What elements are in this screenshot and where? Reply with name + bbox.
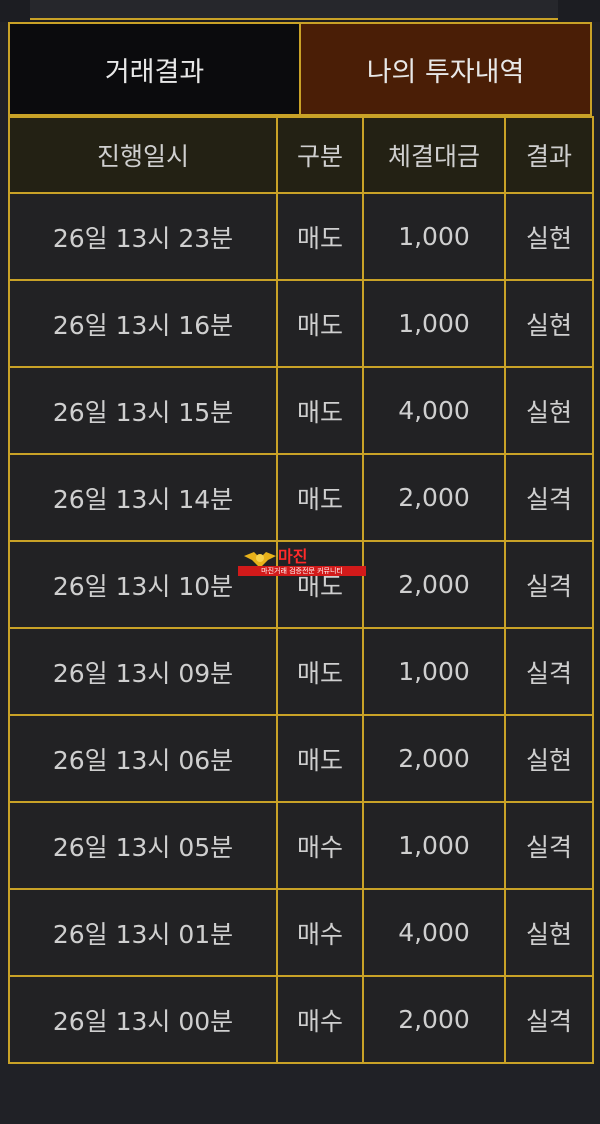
cell-datetime: 26일 13시 00분 [8,975,278,1064]
investment-history-table: 진행일시 구분 체결대금 결과 26일 13시 23분 매도 1,000 실현 … [8,116,594,1064]
cell-amount: 1,000 [362,801,506,890]
cell-result: 실현 [504,192,594,281]
table-row: 26일 13시 05분 매수 1,000 실격 [8,801,594,890]
cell-amount: 1,000 [362,192,506,281]
header-datetime: 진행일시 [8,116,278,194]
cell-type: 매도 [276,192,364,281]
cell-type: 매도 [276,627,364,716]
cell-datetime: 26일 13시 15분 [8,366,278,455]
watermark-title: 마진 [278,547,308,566]
cell-datetime: 26일 13시 10분 [8,540,278,629]
table-row: 26일 13시 00분 매수 2,000 실격 [8,975,594,1064]
table-row: 26일 13시 23분 매도 1,000 실현 [8,192,594,281]
tab-bar: 거래결과 나의 투자내역 [8,22,592,116]
table-row: 26일 13시 09분 매도 1,000 실격 [8,627,594,716]
cell-amount: 2,000 [362,540,506,629]
cell-type: 매도 [276,453,364,542]
cell-amount: 2,000 [362,453,506,542]
cell-amount: 2,000 [362,714,506,803]
table-header-row: 진행일시 구분 체결대금 결과 [8,116,594,194]
cell-type: 매도 [276,366,364,455]
cell-amount: 1,000 [362,279,506,368]
cell-type: 매수 [276,975,364,1064]
cell-datetime: 26일 13시 01분 [8,888,278,977]
watermark-subtitle: 마진거래 검증전문 커뮤니티 [238,566,366,576]
cell-result: 실격 [504,540,594,629]
cell-datetime: 26일 13시 05분 [8,801,278,890]
cell-amount: 4,000 [362,366,506,455]
cell-type: 매도 [276,279,364,368]
cell-result: 실현 [504,279,594,368]
table-row: 26일 13시 15분 매도 4,000 실현 [8,366,594,455]
cell-amount: 4,000 [362,888,506,977]
app-root: 거래결과 나의 투자내역 진행일시 구분 체결대금 결과 26일 13시 23분… [0,0,600,1124]
cell-result: 실격 [504,975,594,1064]
header-result: 결과 [504,116,594,194]
cell-type: 매수 [276,801,364,890]
table-row: 26일 13시 06분 매도 2,000 실현 [8,714,594,803]
table-row: 26일 13시 14분 매도 2,000 실격 [8,453,594,542]
cell-type: 매수 [276,888,364,977]
cell-result: 실격 [504,801,594,890]
cell-type: 매도 [276,714,364,803]
table-row: 26일 13시 16분 매도 1,000 실현 [8,279,594,368]
cell-amount: 2,000 [362,975,506,1064]
cell-result: 실현 [504,366,594,455]
table-row: 26일 13시 01분 매수 4,000 실현 [8,888,594,977]
cell-datetime: 26일 13시 23분 [8,192,278,281]
cell-datetime: 26일 13시 09분 [8,627,278,716]
cell-datetime: 26일 13시 16분 [8,279,278,368]
cell-amount: 1,000 [362,627,506,716]
cell-datetime: 26일 13시 06분 [8,714,278,803]
header-amount: 체결대금 [362,116,506,194]
tab-my-investments[interactable]: 나의 투자내역 [301,24,590,114]
top-strip-panel [30,0,558,20]
header-type: 구분 [276,116,364,194]
watermark-logo: 마진 마진거래 검증전문 커뮤니티 [238,548,366,580]
cell-datetime: 26일 13시 14분 [8,453,278,542]
cell-result: 실현 [504,714,594,803]
top-strip [0,0,600,22]
tab-trade-results[interactable]: 거래결과 [10,24,301,114]
cell-result: 실격 [504,627,594,716]
cell-result: 실격 [504,453,594,542]
cell-result: 실현 [504,888,594,977]
